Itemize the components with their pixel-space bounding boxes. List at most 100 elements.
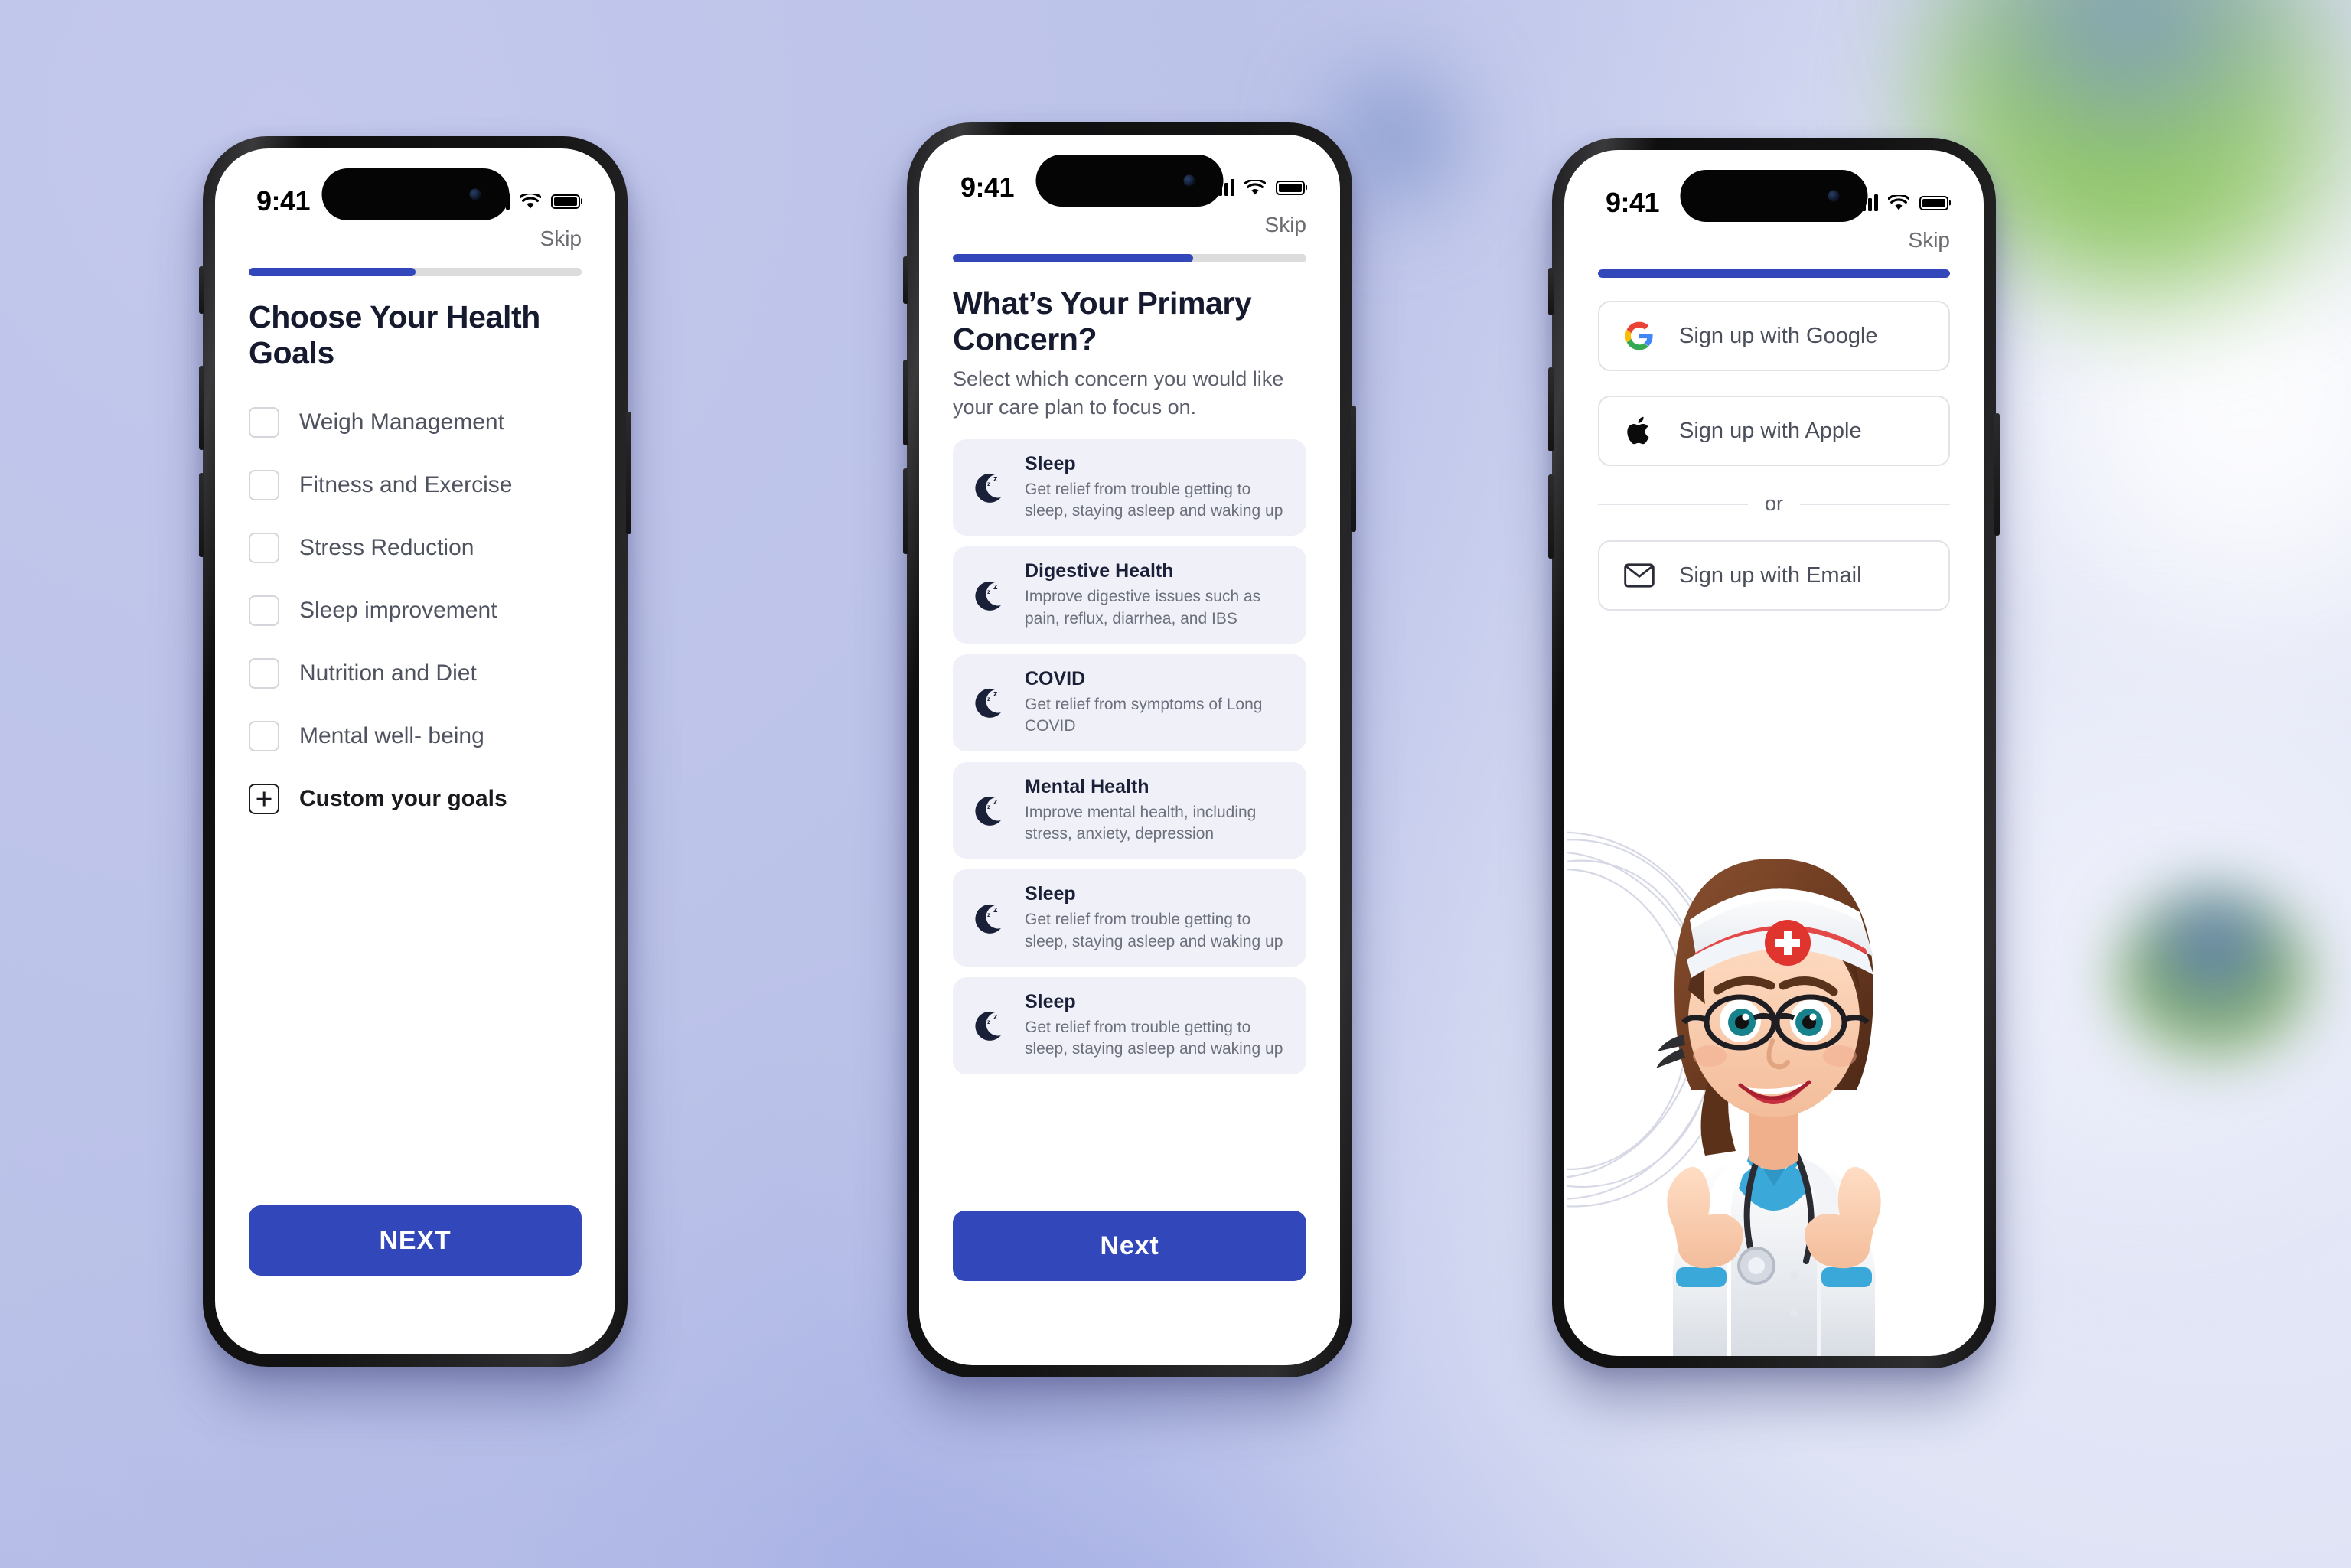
concern-card[interactable]: z z Sleep Get relief from trouble gettin… (953, 976, 1306, 1074)
volume-up-button[interactable] (1548, 367, 1554, 451)
concern-title: COVID (1025, 667, 1086, 689)
checkbox-icon[interactable] (249, 470, 279, 500)
onboarding-progress-bar (249, 268, 582, 276)
skip-row: Skip (919, 214, 1340, 236)
signup-google-button[interactable]: Sign up with Google (1598, 301, 1950, 371)
checkbox-icon[interactable] (249, 407, 279, 438)
svg-text:z: z (987, 1019, 990, 1025)
concern-description: Get relief from trouble getting to sleep… (1025, 911, 1283, 950)
skip-button[interactable]: Skip (1265, 214, 1306, 236)
power-button[interactable] (626, 412, 631, 534)
skip-row: Skip (215, 228, 615, 249)
goal-label: Weigh Management (299, 409, 504, 435)
screen-content-health-goals: Skip Choose Your Health Goals Weigh Mana… (215, 228, 615, 1354)
health-goals-list: Weigh Management Fitness and Exercise St… (249, 391, 582, 830)
next-button[interactable]: NEXT (249, 1205, 582, 1276)
volume-down-button[interactable] (903, 468, 908, 554)
custom-goal-row[interactable]: Custom your goals (249, 768, 582, 830)
svg-text:z: z (987, 588, 990, 595)
svg-text:z: z (987, 481, 990, 487)
signup-apple-label: Sign up with Apple (1679, 418, 1862, 443)
divider-line-right (1800, 503, 1951, 505)
mute-switch[interactable] (903, 256, 908, 304)
status-bar-clock: 9:41 (256, 185, 311, 217)
screen-content-primary-concern: Skip What’s Your Primary Concern? Select… (919, 214, 1340, 1365)
status-bar: 9:41 (919, 135, 1340, 214)
goal-label: Nutrition and Diet (299, 660, 477, 686)
battery-icon (1919, 195, 1948, 210)
concern-title: Mental Health (1025, 775, 1149, 797)
concern-description: Get relief from symptoms of Long COVID (1025, 695, 1263, 735)
concern-description: Get relief from trouble getting to sleep… (1025, 480, 1283, 520)
volume-up-button[interactable] (903, 360, 908, 445)
envelope-icon (1622, 559, 1656, 592)
next-button[interactable]: Next (953, 1211, 1306, 1281)
concern-card[interactable]: z z Sleep Get relief from trouble gettin… (953, 869, 1306, 967)
goal-label: Fitness and Exercise (299, 472, 513, 497)
goal-row[interactable]: Fitness and Exercise (249, 454, 582, 517)
screen-content-signup: Skip Sign up with Google Sign up with Ap… (1564, 230, 1984, 1356)
wifi-icon (1244, 179, 1266, 194)
concern-description: Get relief from trouble getting to sleep… (1025, 1018, 1283, 1058)
concern-text: Sleep Get relief from trouble getting to… (1025, 883, 1290, 953)
status-bar-icons (1212, 179, 1305, 196)
plus-box-icon[interactable] (249, 784, 279, 814)
or-divider: or (1598, 492, 1951, 516)
signup-google-label: Sign up with Google (1679, 323, 1878, 348)
checkbox-icon[interactable] (249, 595, 279, 626)
mute-switch[interactable] (1548, 268, 1554, 315)
signup-email-label: Sign up with Email (1679, 562, 1862, 588)
checkbox-icon[interactable] (249, 533, 279, 563)
goal-row[interactable]: Stress Reduction (249, 517, 582, 579)
concern-card[interactable]: z z Digestive Health Improve digestive i… (953, 546, 1306, 644)
divider-line-left (1598, 503, 1748, 505)
skip-button[interactable]: Skip (1909, 230, 1950, 251)
skip-button[interactable]: Skip (540, 228, 582, 249)
goal-label: Mental well- being (299, 723, 484, 748)
page-subtitle: Select which concern you would like your… (953, 367, 1284, 419)
sleep-moon-icon: z z (975, 904, 1001, 934)
checkbox-icon[interactable] (249, 658, 279, 689)
skip-row: Skip (1564, 230, 1984, 251)
power-button[interactable] (1994, 413, 2000, 536)
phone-screen-health-goals: 9:41 Skip Choose Your Health Goals Weigh… (215, 148, 615, 1354)
svg-text:z: z (987, 911, 990, 918)
concern-card[interactable]: z z Mental Health Improve mental health,… (953, 761, 1306, 859)
page-title: What’s Your Primary Concern? (953, 285, 1252, 357)
concern-card[interactable]: z z Sleep Get relief from trouble gettin… (953, 438, 1306, 536)
volume-up-button[interactable] (199, 366, 204, 450)
onboarding-progress-bar (1598, 269, 1950, 278)
checkbox-icon[interactable] (249, 721, 279, 751)
phone-mockup-primary-concern: 9:41 Skip What’s Your Primary Concern? S… (903, 122, 1356, 1377)
goal-row[interactable]: Mental well- being (249, 705, 582, 768)
svg-text:z: z (993, 689, 998, 699)
concern-card[interactable]: z z COVID Get relief from symptoms of Lo… (953, 654, 1306, 751)
sleep-moon-icon: z z (975, 581, 1001, 611)
signup-apple-button[interactable]: Sign up with Apple (1598, 396, 1950, 466)
goal-row[interactable]: Weigh Management (249, 391, 582, 454)
volume-down-button[interactable] (1548, 474, 1554, 559)
signup-email-button[interactable]: Sign up with Email (1598, 540, 1950, 611)
signup-options: Sign up with Google Sign up with Apple o… (1598, 301, 1951, 611)
sleep-moon-icon: z z (975, 689, 1001, 719)
concern-description: Improve mental health, including stress,… (1025, 803, 1257, 843)
concern-text: Digestive Health Improve digestive issue… (1025, 560, 1290, 630)
mute-switch[interactable] (199, 266, 204, 314)
concern-description: Improve digestive issues such as pain, r… (1025, 588, 1261, 628)
status-bar: 9:41 (215, 148, 615, 228)
svg-text:z: z (993, 797, 998, 807)
volume-down-button[interactable] (199, 473, 204, 557)
phone-screen-signup: 9:41 Skip Sign up with Google Sign up wi… (1564, 150, 1984, 1356)
concern-text: Sleep Get relief from trouble getting to… (1025, 991, 1290, 1061)
goal-row[interactable]: Sleep improvement (249, 579, 582, 642)
phone-screen-primary-concern: 9:41 Skip What’s Your Primary Concern? S… (919, 135, 1340, 1365)
custom-goal-label: Custom your goals (299, 786, 507, 811)
concern-title: Sleep (1025, 452, 1076, 474)
concern-title: Digestive Health (1025, 560, 1174, 582)
goal-label: Sleep improvement (299, 598, 497, 623)
goal-row[interactable]: Nutrition and Diet (249, 642, 582, 705)
power-button[interactable] (1351, 406, 1356, 532)
wifi-icon (1888, 194, 1909, 210)
status-bar-icons (1856, 194, 1948, 211)
